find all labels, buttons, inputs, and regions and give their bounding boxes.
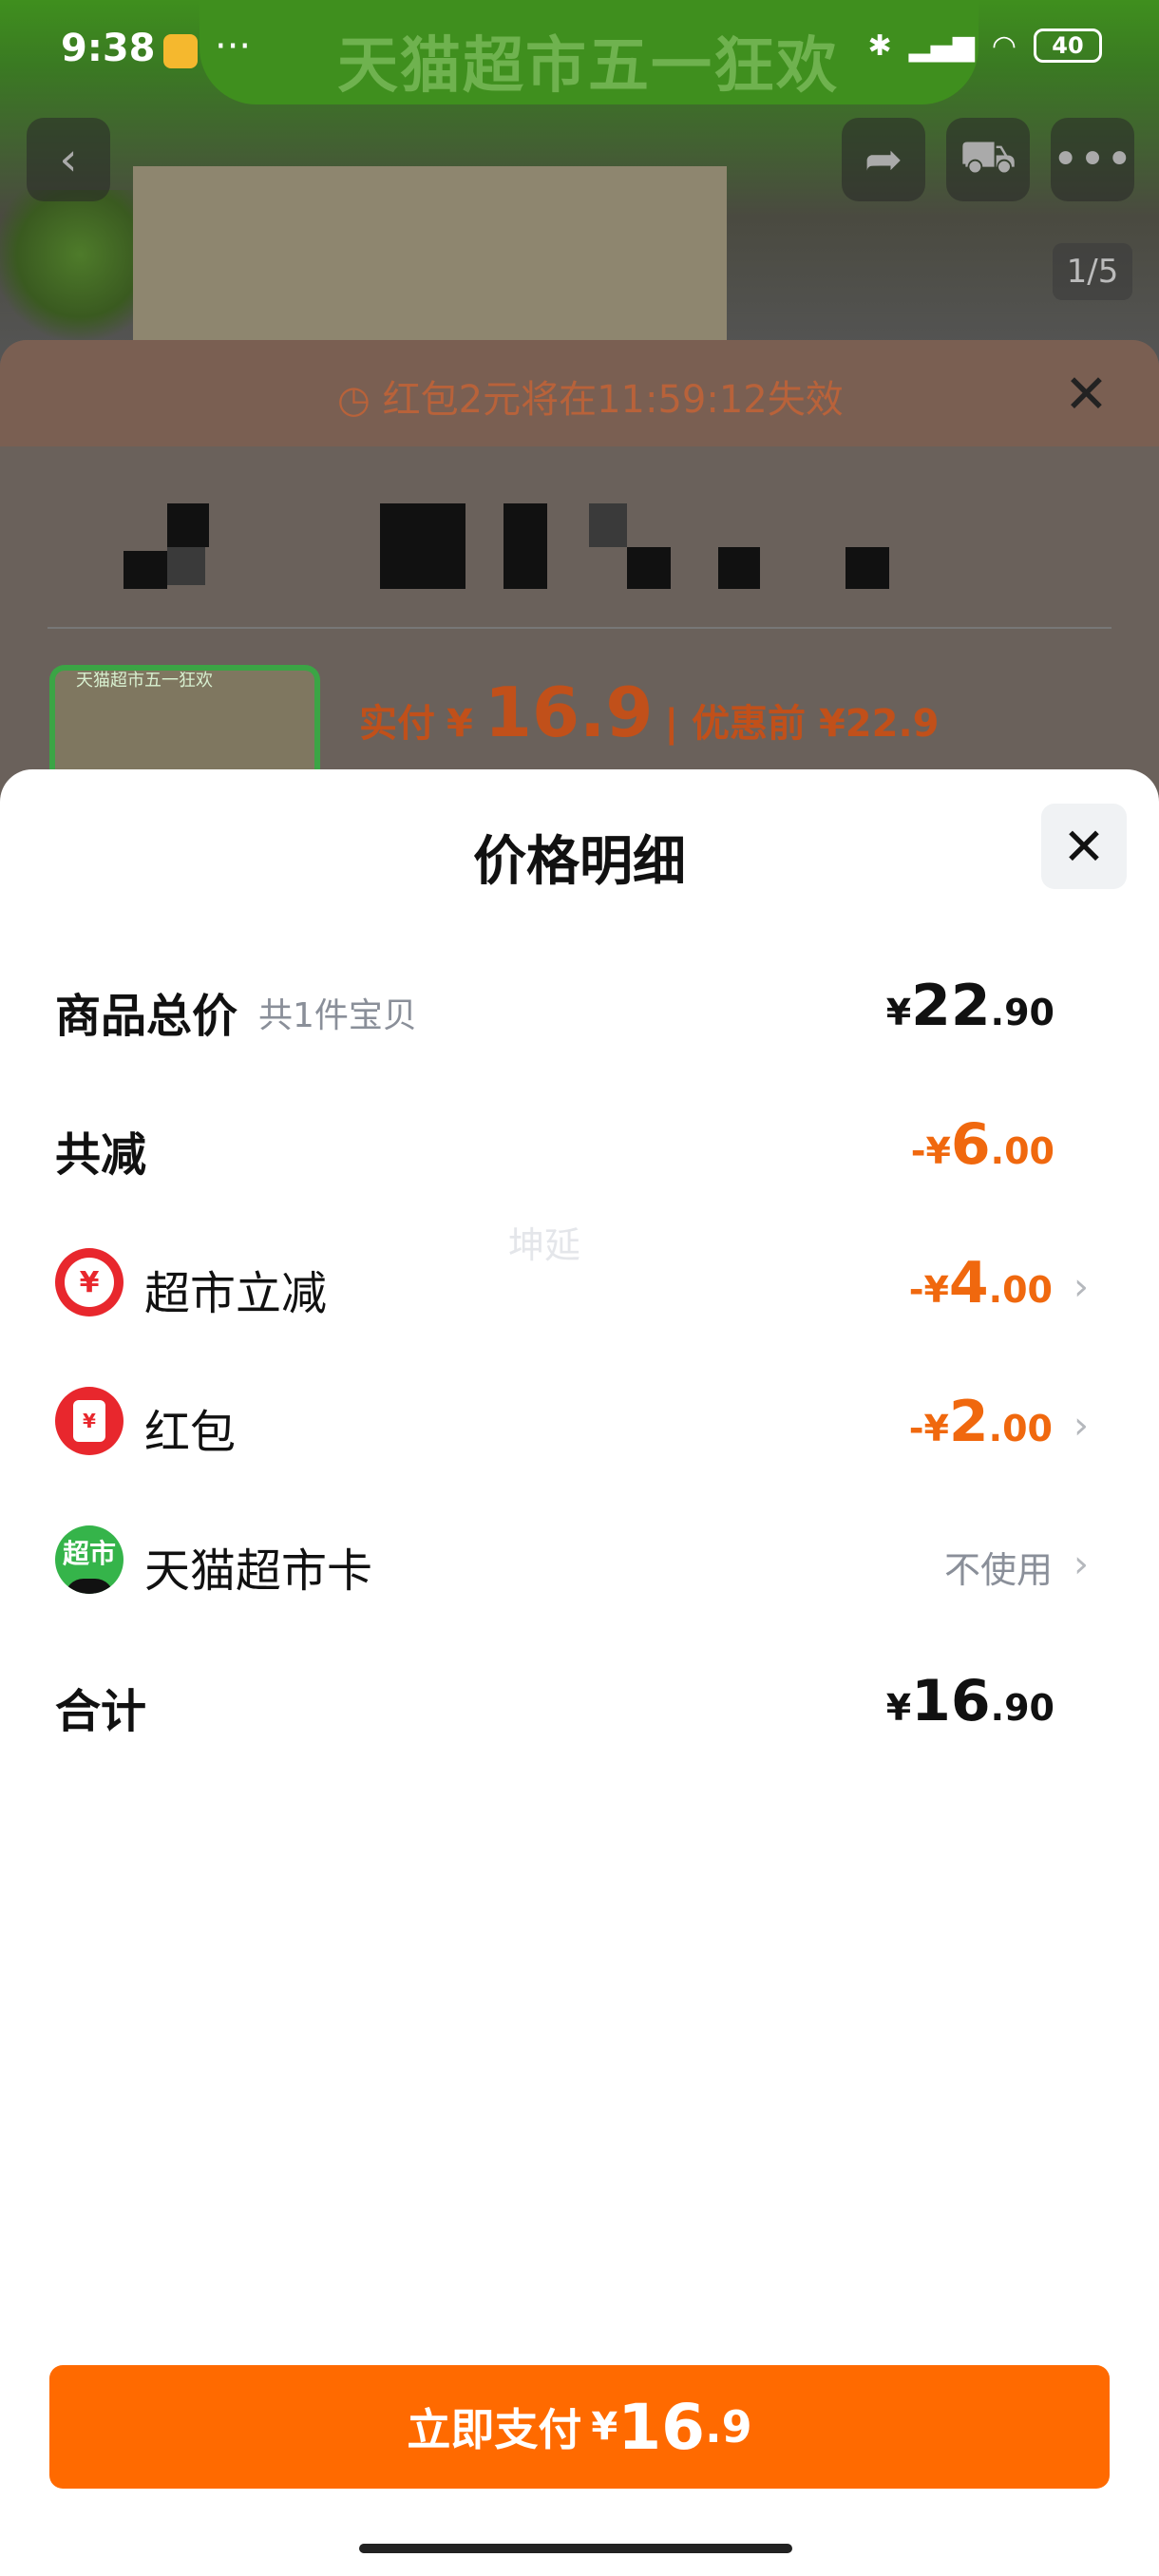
red-packet-price: -¥ 2.00 (908, 1389, 1053, 1455)
coupon-expiry-text: ◷ 红包2元将在11:59:12失效 (337, 378, 844, 422)
wifi-icon: ◠ (991, 28, 1016, 63)
close-icon: ✕ (1062, 816, 1106, 877)
clock-icon: ◷ (337, 378, 383, 422)
share-icon[interactable]: ➦ (842, 118, 925, 201)
home-indicator[interactable] (359, 2544, 792, 2553)
more-notifications-icon: ··· (215, 25, 252, 68)
bluetooth-icon: ✱ (867, 28, 892, 63)
row-total-discount: 共减 -¥ 6.00 (55, 1111, 1054, 1182)
price-detail-sheet: 价格明细 ✕ 商品总价 共1件宝贝 ¥22.90 共减 -¥ 6.00 坤延 ¥ … (0, 769, 1159, 2576)
sum-price: ¥16.90 (885, 1668, 1054, 1734)
battery-icon: 40 (1034, 28, 1102, 63)
goods-total-price: ¥22.90 (885, 973, 1054, 1039)
thumbnail-text: 天猫超市五一狂欢 (76, 671, 213, 691)
item-count: 共1件宝贝 (258, 996, 417, 1035)
chevron-right-icon: › (1074, 1265, 1089, 1309)
cart-icon[interactable]: ⛟ (946, 118, 1030, 201)
status-time: 9:38 (61, 27, 156, 70)
more-icon[interactable]: ••• (1051, 118, 1134, 201)
row-goods-total: 商品总价 共1件宝贝 ¥22.90 (55, 973, 1054, 1043)
signal-icon: ▂▄▆ (908, 28, 975, 63)
chevron-right-icon: › (1074, 1543, 1089, 1586)
row-sum: 合计 ¥16.90 (55, 1668, 1054, 1738)
total-discount-price: -¥ 6.00 (910, 1111, 1054, 1178)
row-red-packet[interactable]: ¥ 红包 -¥ 2.00 › (0, 1375, 1159, 1470)
yen-coin-icon: ¥ (55, 1248, 124, 1316)
chevron-right-icon: › (1074, 1404, 1089, 1448)
pay-now-button[interactable]: 立即支付 ¥ 16 .9 (49, 2365, 1110, 2489)
blurred-address (124, 503, 940, 589)
row-market-discount[interactable]: ¥ 超市立减 -¥ 4.00 › (0, 1237, 1159, 1332)
divider (48, 627, 1112, 629)
row-market-card[interactable]: 超市 天猫超市卡 不使用 › (0, 1514, 1159, 1609)
status-bar: 9:38 ··· ✱ ▂▄▆ ◠ 40 (0, 0, 1159, 100)
paid-summary: 实付 ¥ 16.9 | 优惠前 ¥22.9 (359, 672, 940, 752)
close-icon[interactable]: ✕ (1064, 364, 1109, 426)
sheet-title: 价格明细 (473, 831, 686, 893)
tmall-market-card-icon: 超市 (55, 1525, 124, 1594)
notification-app-icon (163, 34, 198, 68)
market-discount-price: -¥ 4.00 (908, 1250, 1053, 1316)
close-sheet-button[interactable]: ✕ (1041, 804, 1127, 889)
back-icon[interactable]: ‹ (27, 118, 110, 201)
image-page-indicator: 1/5 (1053, 243, 1132, 300)
red-envelope-icon: ¥ (55, 1387, 124, 1455)
product-image (133, 166, 727, 356)
market-card-value: 不使用 (943, 1549, 1053, 1591)
palm-decoration (0, 190, 133, 351)
